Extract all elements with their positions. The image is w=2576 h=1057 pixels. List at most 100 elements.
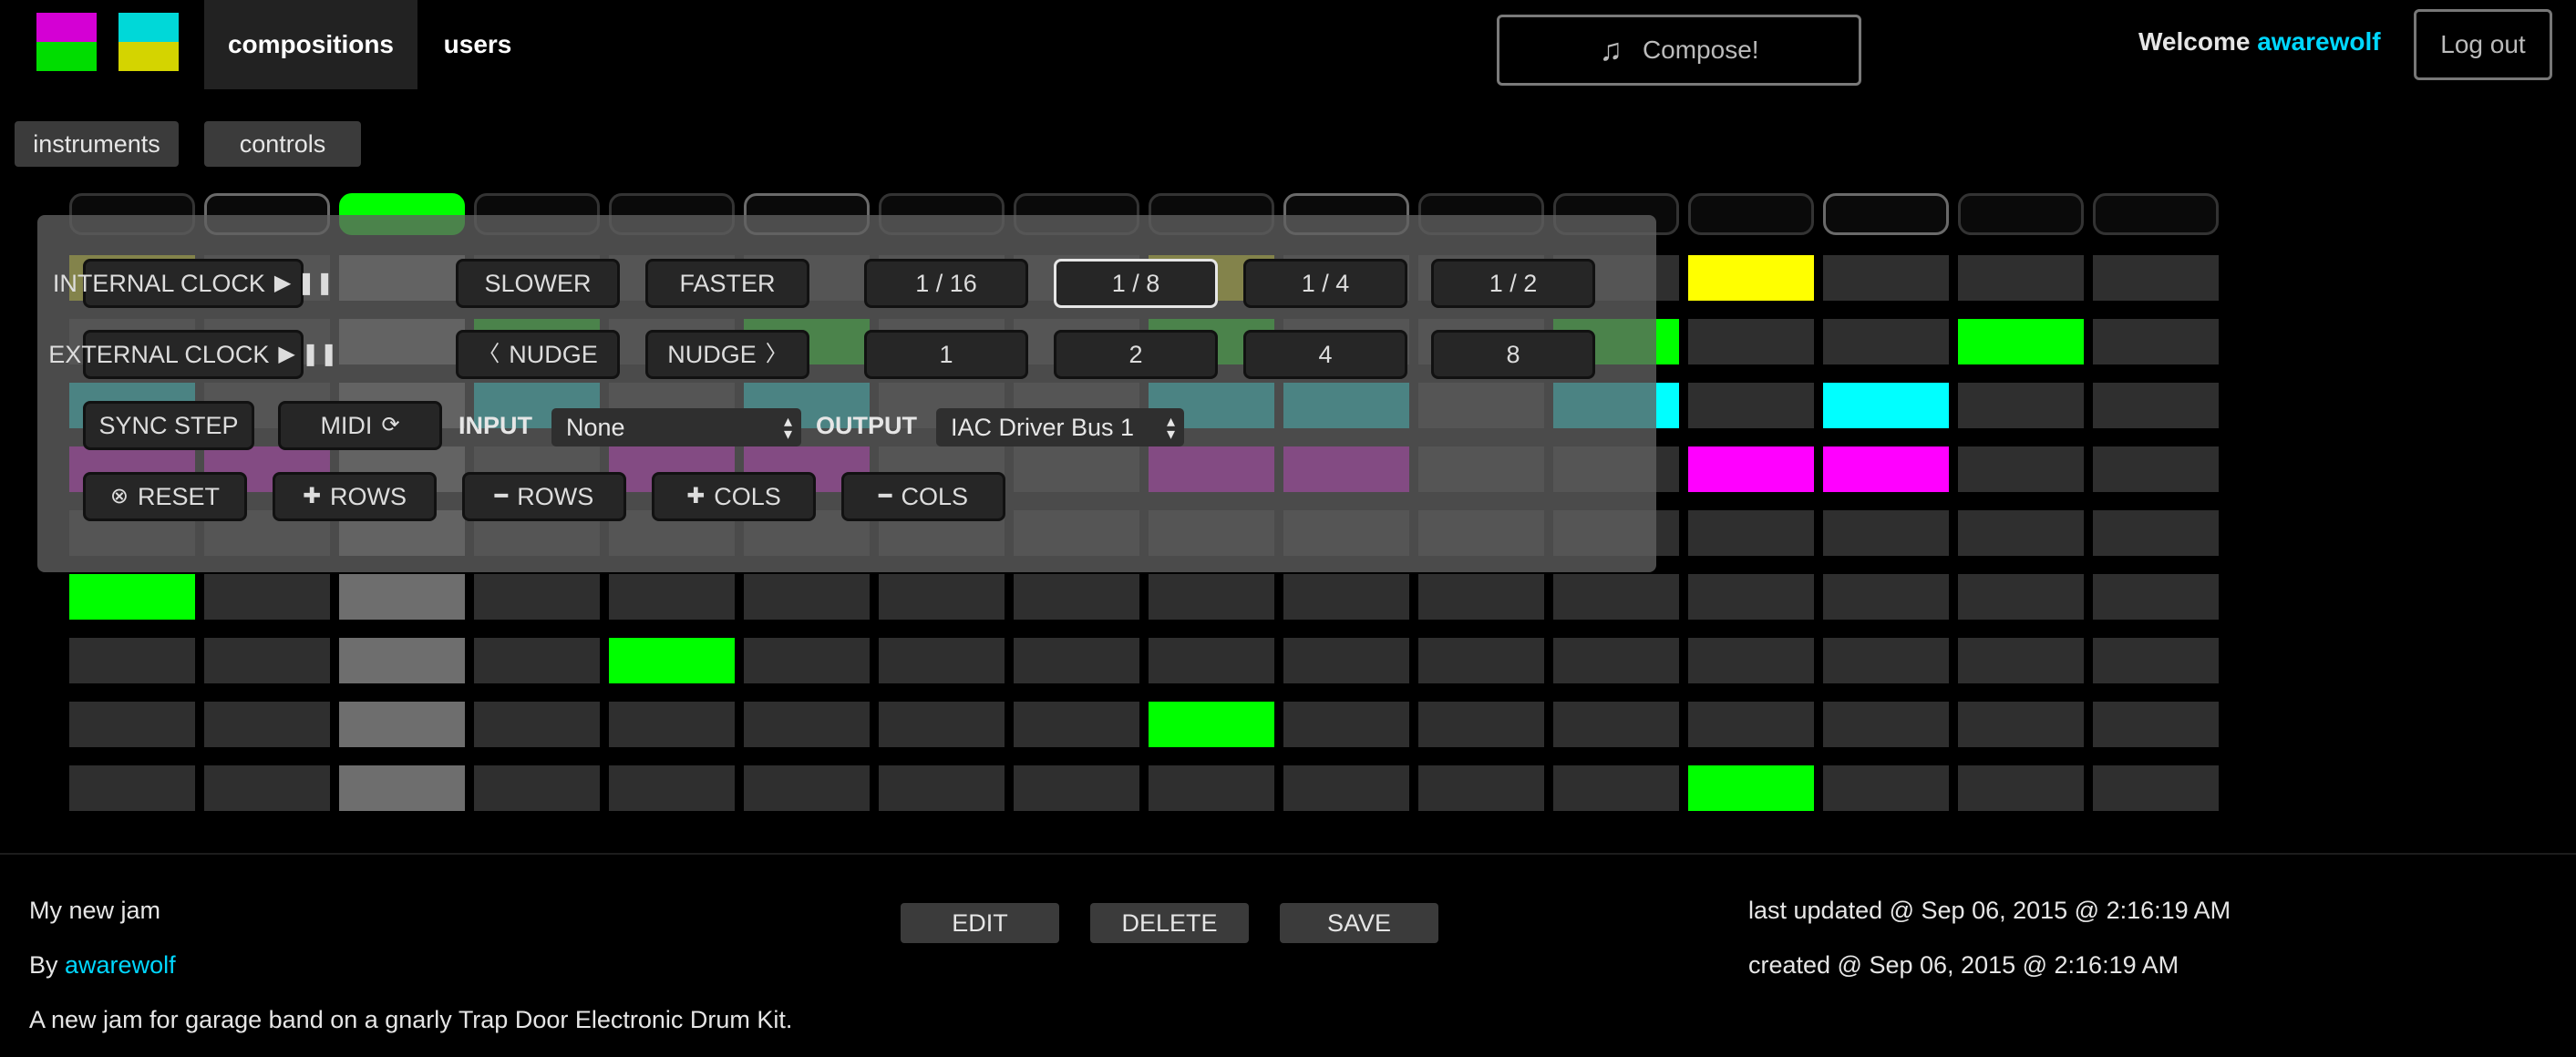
sequencer-cell[interactable] [2093,702,2219,747]
author-link[interactable]: awarewolf [65,951,176,979]
sequencer-cell[interactable] [1149,638,1274,683]
sequencer-cell[interactable] [1283,574,1409,620]
sequencer-cell[interactable] [1014,702,1139,747]
sequencer-cell[interactable] [69,702,195,747]
save-button[interactable]: SAVE [1280,903,1438,943]
sequencer-cell[interactable] [204,638,330,683]
sequencer-cell[interactable] [339,765,465,811]
sequencer-cell[interactable] [1553,702,1679,747]
sequencer-cell[interactable] [1823,765,1949,811]
add-rows-button[interactable]: ✚ ROWS [273,472,437,521]
sequencer-cell[interactable] [1823,510,1949,556]
sequencer-cell[interactable] [1958,383,2084,428]
input-select[interactable]: None ▴ ▾ [551,408,801,446]
sequencer-cell[interactable] [609,765,735,811]
sequencer-cell[interactable] [879,574,1005,620]
division-1-2-button[interactable]: 1 / 2 [1431,259,1595,308]
sequencer-cell[interactable] [744,638,870,683]
sequencer-cell[interactable] [879,702,1005,747]
sequencer-cell[interactable] [1823,319,1949,364]
sequencer-cell[interactable] [2093,574,2219,620]
midi-button[interactable]: MIDI ⟳ [278,401,442,450]
internal-clock-button[interactable]: INTERNAL CLOCK ▶ ❚❚ [53,259,334,308]
sequencer-cell[interactable] [1014,638,1139,683]
sequencer-cell[interactable] [879,765,1005,811]
sync-step-button[interactable]: SYNC STEP [83,401,254,450]
sequencer-cell[interactable] [1688,638,1814,683]
tab-users[interactable]: users [423,0,532,89]
sequencer-cell[interactable] [2093,765,2219,811]
sequencer-cell[interactable] [1283,638,1409,683]
sequencer-cell[interactable] [1688,319,1814,364]
sequencer-cell[interactable] [1688,765,1814,811]
sequencer-cell[interactable] [1823,255,1949,301]
sequencer-cell[interactable] [2093,319,2219,364]
sequencer-cell[interactable] [1014,765,1139,811]
sequencer-cell[interactable] [744,765,870,811]
division-1-4-button[interactable]: 1 / 4 [1243,259,1407,308]
remove-rows-button[interactable]: ━ ROWS [462,472,626,521]
multiplier-2-button[interactable]: 2 [1054,330,1218,379]
sequencer-cell[interactable] [1418,765,1544,811]
sequencer-cell[interactable] [339,702,465,747]
tab-controls[interactable]: controls [204,121,361,167]
sequencer-cell[interactable] [2093,446,2219,492]
multiplier-8-button[interactable]: 8 [1431,330,1595,379]
sequencer-cell[interactable] [1418,574,1544,620]
add-cols-button[interactable]: ✚ COLS [652,472,816,521]
sequencer-cell[interactable] [1283,702,1409,747]
logo[interactable] [36,13,182,73]
nudge-forward-button[interactable]: NUDGE 〉 [645,330,809,379]
multiplier-4-button[interactable]: 4 [1243,330,1407,379]
edit-button[interactable]: EDIT [901,903,1059,943]
multiplier-1-button[interactable]: 1 [864,330,1028,379]
sequencer-cell[interactable] [1823,574,1949,620]
sequencer-cell[interactable] [1688,510,1814,556]
sequencer-cell[interactable] [69,638,195,683]
sequencer-cell[interactable] [1418,702,1544,747]
sequencer-cell[interactable] [2093,510,2219,556]
sequencer-cell[interactable] [1014,574,1139,620]
sequencer-cell[interactable] [2093,638,2219,683]
sequencer-cell[interactable] [1958,638,2084,683]
sequencer-cell[interactable] [609,574,735,620]
sequencer-cell[interactable] [69,574,195,620]
sequencer-cell[interactable] [1958,510,2084,556]
sequencer-cell[interactable] [1958,765,2084,811]
slower-button[interactable]: SLOWER [456,259,620,308]
sequencer-cell[interactable] [1958,574,2084,620]
faster-button[interactable]: FASTER [645,259,809,308]
sequencer-cell[interactable] [1958,702,2084,747]
sequencer-cell[interactable] [1283,765,1409,811]
sequencer-cell[interactable] [1958,255,2084,301]
sequencer-cell[interactable] [1688,702,1814,747]
sequencer-cell[interactable] [1553,765,1679,811]
sequencer-cell[interactable] [474,765,600,811]
sequencer-cell[interactable] [474,702,600,747]
logout-button[interactable]: Log out [2414,9,2552,80]
tab-compositions[interactable]: compositions [204,0,417,89]
sequencer-cell[interactable] [1958,446,2084,492]
sequencer-cell[interactable] [339,574,465,620]
sequencer-cell[interactable] [1823,638,1949,683]
sequencer-cell[interactable] [204,574,330,620]
remove-cols-button[interactable]: ━ COLS [841,472,1005,521]
sequencer-cell[interactable] [1688,446,1814,492]
welcome-username-link[interactable]: awarewolf [2257,27,2380,56]
division-1-8-button[interactable]: 1 / 8 [1054,259,1218,308]
sequencer-cell[interactable] [1823,383,1949,428]
sequencer-cell[interactable] [339,638,465,683]
sequencer-cell[interactable] [204,702,330,747]
sequencer-cell[interactable] [879,638,1005,683]
sequencer-cell[interactable] [1958,319,2084,364]
division-1-16-button[interactable]: 1 / 16 [864,259,1028,308]
sequencer-cell[interactable] [2093,255,2219,301]
sequencer-cell[interactable] [1149,702,1274,747]
nudge-back-button[interactable]: 〈 NUDGE [456,330,620,379]
sequencer-cell[interactable] [609,702,735,747]
sequencer-cell[interactable] [1688,255,1814,301]
sequencer-cell[interactable] [744,574,870,620]
sequencer-cell[interactable] [474,574,600,620]
output-select[interactable]: IAC Driver Bus 1 ▴ ▾ [936,408,1184,446]
sequencer-cell[interactable] [474,638,600,683]
